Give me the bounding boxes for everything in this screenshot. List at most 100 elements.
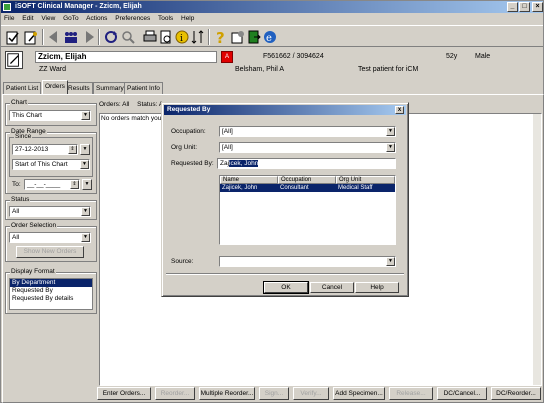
org-unit-select[interactable]: [All] ▼: [219, 142, 396, 153]
display-format-option[interactable]: Requested By: [10, 287, 92, 295]
list-item[interactable]: Zajicek, John Consultant Medical Staff: [220, 184, 395, 192]
tab-patient-list[interactable]: Patient List: [3, 82, 42, 94]
window-title: iSOFT Clinical Manager - Zzicm, Elijah: [15, 3, 142, 10]
minimize-button[interactable]: _: [507, 2, 518, 12]
dialog-close-icon[interactable]: x: [395, 106, 404, 114]
tab-orders[interactable]: Orders: [42, 80, 68, 94]
patient-doctor: Belsham, Phil A: [235, 66, 285, 73]
status-select[interactable]: All ▼: [9, 206, 91, 217]
spin-icon[interactable]: ⇕: [68, 145, 77, 154]
help-button[interactable]: Help: [355, 282, 399, 293]
status-label: Status: [10, 196, 31, 203]
org-unit-value: [All]: [222, 144, 233, 151]
search-icon[interactable]: [120, 29, 136, 45]
chart-select[interactable]: This Chart ▼: [9, 110, 91, 121]
chevron-down-icon[interactable]: ▼: [386, 257, 395, 266]
reorder-button[interactable]: Reorder...: [155, 387, 195, 400]
info-icon[interactable]: i: [174, 29, 190, 45]
title-bar: iSOFT Clinical Manager - Zzicm, Elijah _…: [1, 1, 543, 13]
settings-icon[interactable]: [230, 29, 246, 45]
orders-scrollbar[interactable]: [533, 114, 541, 385]
tab-results[interactable]: Results: [65, 82, 93, 94]
svg-text:e: e: [266, 33, 272, 44]
chevron-down-icon[interactable]: ▼: [80, 160, 89, 169]
orders-header: Orders: All Status: A: [99, 101, 163, 111]
menu-preferences[interactable]: Preferences: [115, 15, 150, 22]
multiple-reorder-button[interactable]: Multiple Reorder...: [199, 387, 255, 400]
to-dropdown-button[interactable]: ▼: [82, 179, 92, 190]
tab-patient-info[interactable]: Patient Info: [124, 82, 163, 94]
orders-empty-message: No orders match your r: [101, 115, 168, 122]
sign-button[interactable]: Sign...: [259, 387, 289, 400]
dc-cancel-button[interactable]: DC/Cancel...: [437, 387, 487, 400]
add-specimen-button[interactable]: Add Specimen...: [333, 387, 385, 400]
menu-edit[interactable]: Edit: [22, 15, 33, 22]
back-arrow-icon[interactable]: [47, 29, 63, 45]
toolbar-separator: [42, 29, 44, 45]
chevron-down-icon[interactable]: ▼: [81, 111, 90, 120]
exit-door-icon[interactable]: [246, 29, 262, 45]
display-format-option[interactable]: By Department: [10, 279, 92, 287]
requested-by-list[interactable]: Name Occupation Org Unit Zajicek, John C…: [219, 175, 396, 245]
spin-icon[interactable]: ⇕: [70, 180, 79, 189]
order-selection-select[interactable]: All ▼: [9, 232, 91, 243]
source-label: Source:: [171, 258, 194, 265]
occupation-select[interactable]: [All] ▼: [219, 126, 396, 137]
chevron-down-icon[interactable]: ▼: [386, 127, 395, 136]
enter-orders-button[interactable]: Enter Orders...: [97, 387, 151, 400]
since-mode-select[interactable]: Start of This Chart ▼: [12, 159, 90, 170]
help-icon[interactable]: ?: [213, 29, 229, 45]
chevron-down-icon[interactable]: ▼: [81, 207, 90, 216]
dc-reorder-button[interactable]: DC/Reorder...: [491, 387, 541, 400]
source-select[interactable]: ▼: [219, 256, 396, 267]
status-select-value: All: [12, 208, 20, 215]
column-header-org-unit[interactable]: Org Unit: [336, 176, 395, 184]
clipboard-check-icon[interactable]: [5, 29, 21, 45]
to-date-input[interactable]: __-__-____ ⇕: [24, 179, 80, 190]
refresh-icon[interactable]: [103, 29, 119, 45]
since-mode-value: Start of This Chart: [15, 161, 68, 168]
sort-icon[interactable]: [190, 29, 206, 45]
patient-list-icon[interactable]: [63, 29, 79, 45]
column-header-occupation[interactable]: Occupation: [278, 176, 336, 184]
display-format-label: Display Format: [10, 268, 56, 275]
date-range-group: Date Range Since 27-12-2013 ⇕ ▼ Start of…: [5, 128, 97, 194]
show-new-orders-button[interactable]: Show New Orders: [16, 246, 84, 258]
ok-button[interactable]: OK: [263, 281, 309, 294]
menu-help[interactable]: Help: [181, 15, 194, 22]
print-preview-icon[interactable]: [158, 29, 174, 45]
chevron-down-icon[interactable]: ▼: [386, 143, 395, 152]
column-header-name[interactable]: Name: [220, 176, 278, 184]
since-date-value: 27-12-2013: [15, 146, 49, 153]
since-date-input[interactable]: 27-12-2013 ⇕: [12, 144, 78, 155]
menu-view[interactable]: View: [41, 15, 55, 22]
close-button[interactable]: ×: [532, 2, 543, 12]
internet-explorer-icon[interactable]: e: [262, 29, 278, 45]
cancel-button[interactable]: Cancel: [310, 282, 354, 293]
display-format-list[interactable]: By Department Requested By Requested By …: [9, 278, 93, 310]
chevron-down-icon[interactable]: ▼: [81, 233, 90, 242]
release-button[interactable]: Release...: [389, 387, 433, 400]
since-dropdown-button[interactable]: ▼: [80, 144, 90, 155]
menu-tools[interactable]: Tools: [158, 15, 173, 22]
menu-actions[interactable]: Actions: [86, 15, 107, 22]
patient-ids: F561662 / 3094624: [263, 53, 324, 60]
clipboard-edit-icon[interactable]: [23, 29, 39, 45]
maximize-button[interactable]: □: [519, 2, 530, 12]
forward-arrow-icon[interactable]: [80, 29, 96, 45]
verify-button[interactable]: Verify...: [293, 387, 329, 400]
patient-note: Test patient for iCM: [358, 66, 419, 73]
patient-age: 52y: [446, 53, 458, 60]
svg-text:?: ?: [216, 29, 225, 45]
edit-note-icon[interactable]: [5, 51, 23, 69]
alert-badge[interactable]: A: [221, 51, 233, 63]
menu-goto[interactable]: GoTo: [63, 15, 79, 22]
tab-summary[interactable]: Summary: [93, 82, 127, 94]
app-icon: [3, 3, 11, 11]
display-format-option[interactable]: Requested By details: [10, 295, 92, 303]
orders-filter-text: Orders: All: [99, 101, 130, 108]
patient-ward: ZZ Ward: [39, 66, 66, 73]
print-icon[interactable]: [142, 29, 158, 45]
menu-file[interactable]: File: [4, 15, 14, 22]
requested-by-input[interactable]: Zajicek, John: [217, 158, 396, 169]
